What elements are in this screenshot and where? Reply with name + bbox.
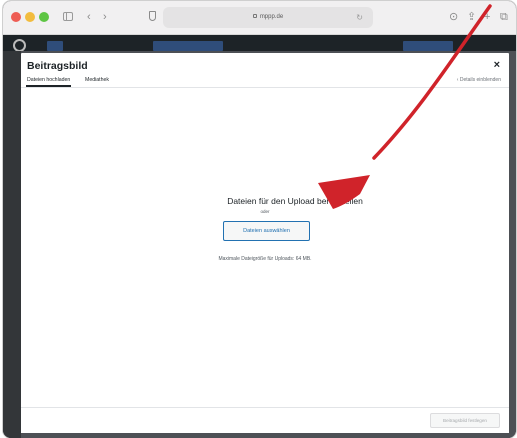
close-icon[interactable]: × (494, 59, 500, 71)
new-tab-icon[interactable]: + (484, 10, 490, 24)
download-icon[interactable]: ⊙ (449, 10, 458, 24)
share-icon[interactable]: ⇪ (467, 10, 476, 24)
browser-window: ‹ › mppp.de ↻ ⊙ ⇪ + ⧉ Beitragsbild × Dat… (3, 1, 516, 438)
select-files-button[interactable]: Dateien auswählen (223, 221, 310, 241)
max-upload-size-text: Maximale Dateigröße für Uploads: 64 MB. (218, 256, 312, 262)
upload-or-text: oder (260, 209, 270, 214)
details-toggle-link[interactable]: ‹ Details einblenden (457, 77, 501, 83)
editor-toolbar-button (153, 41, 223, 51)
browser-toolbar: ‹ › mppp.de ↻ ⊙ ⇪ + ⧉ (3, 1, 516, 35)
modal-title: Beitragsbild (27, 60, 88, 72)
chevron-right-icon[interactable]: › (103, 10, 107, 24)
upload-drop-title: Dateien für den Upload bereitstellen (227, 196, 363, 206)
reload-icon[interactable]: ↻ (356, 12, 363, 23)
tab-upload-files[interactable]: Dateien hochladen (25, 77, 72, 87)
admin-sidebar (3, 51, 21, 438)
set-featured-image-button[interactable]: Beitragsbild festlegen (430, 413, 500, 428)
editor-toolbar-button (403, 41, 453, 51)
zoom-window-button[interactable] (39, 12, 49, 22)
media-modal: Beitragsbild × Dateien hochladen Mediath… (21, 53, 509, 433)
sidebar-icon[interactable] (63, 12, 73, 21)
modal-tabs: Dateien hochladen Mediathek ‹ Details ei… (21, 74, 509, 88)
editor-toolbar-button (47, 41, 63, 51)
tab-media-library[interactable]: Mediathek (85, 77, 109, 83)
lock-icon (252, 14, 257, 19)
privacy-shield-icon[interactable] (149, 11, 156, 21)
address-bar[interactable]: mppp.de ↻ (163, 7, 373, 28)
close-window-button[interactable] (11, 12, 21, 22)
tabs-overview-icon[interactable]: ⧉ (500, 10, 508, 24)
minimize-window-button[interactable] (25, 12, 35, 22)
chevron-left-icon[interactable]: ‹ (87, 10, 91, 24)
modal-footer: Beitragsbild festlegen (21, 407, 509, 433)
address-url: mppp.de (259, 14, 284, 20)
